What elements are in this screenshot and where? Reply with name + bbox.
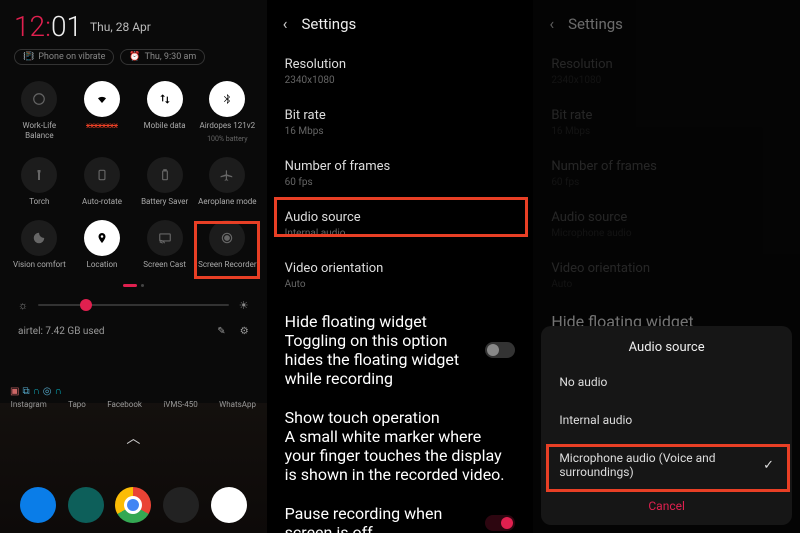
brightness-low-icon: ☼ [18,299,28,312]
brightness-slider[interactable]: ☼ ☀ [0,293,267,318]
vibrate-chip[interactable]: 📳Phone on vibrate [14,49,114,65]
setting-audio-source[interactable]: Audio sourceInternal audio [267,200,534,251]
toggle-hide-floating[interactable] [485,342,515,358]
chrome-app-icon[interactable] [115,487,151,523]
tile-mobiledata[interactable]: Mobile data [135,81,194,143]
tile-torch[interactable]: Torch [10,157,69,207]
back-icon[interactable]: ‹ [283,14,288,33]
page-indicator [0,278,267,293]
tile-worklife[interactable]: Work-Life Balance [10,81,69,143]
edit-icon[interactable]: ✎ [217,326,225,337]
dialog-cancel-button[interactable]: Cancel [541,491,792,517]
dialog-title: Audio source [541,340,792,355]
camera-app-icon[interactable] [163,487,199,523]
data-usage-label: airtel: 7.42 GB used [18,326,105,337]
option-microphone-audio[interactable]: Microphone audio (Voice and surroundings… [541,439,792,491]
clock: 12:01 [14,10,82,43]
option-internal-audio[interactable]: Internal audio [541,401,792,439]
check-icon: ✓ [763,458,774,473]
setting-hide-floating[interactable]: Hide floating widgetToggling on this opt… [267,302,534,398]
tile-airplane[interactable]: Aeroplane mode [198,157,257,207]
status-icons: ▣⧉∩◎∩ [10,386,62,397]
setting-pause-recording[interactable]: Pause recording when screen is off [267,494,534,533]
setting-bitrate[interactable]: Bit rate16 Mbps [267,98,534,149]
toggle-pause[interactable] [485,515,515,531]
alarm-chip[interactable]: ⏰Thu, 9:30 am [120,49,205,65]
setting-frames[interactable]: Number of frames60 fps [267,149,534,200]
gpay-app-icon[interactable] [211,487,247,523]
drawer-caret-icon[interactable]: ︿ [126,428,140,448]
page-title: Settings [301,15,356,33]
option-no-audio[interactable]: No audio [541,363,792,401]
audio-source-dialog: Audio source No audio Internal audio Mic… [541,326,792,525]
phone-app-icon[interactable] [20,487,56,523]
tile-vision[interactable]: Vision comfort [10,220,69,270]
settings-gear-icon[interactable]: ⚙ [240,326,249,337]
app-labels-row: InstagramTapoFacebookiVMS-450WhatsApp [0,400,267,409]
tile-screencast[interactable]: Screen Cast [135,220,194,270]
setting-touch-op[interactable]: Show touch operationA small white marker… [267,398,534,494]
tile-screenrecorder[interactable]: Screen Recorder [198,220,257,270]
tile-autorotate[interactable]: Auto-rotate [73,157,132,207]
date-label: Thu, 28 Apr [90,20,151,34]
messages-app-icon[interactable] [68,487,104,523]
tile-location[interactable]: Location [73,220,132,270]
tile-battery[interactable]: Battery Saver [135,157,194,207]
tile-wifi[interactable]: xxxxxxxx [73,81,132,143]
quick-settings-grid: Work-Life Balance xxxxxxxx Mobile data A… [0,73,267,278]
brightness-high-icon: ☀ [239,299,249,312]
dock [0,487,267,523]
setting-orientation[interactable]: Video orientationAuto [267,251,534,302]
tile-bluetooth[interactable]: Airdopes 121v2100% battery [198,81,257,143]
setting-resolution[interactable]: Resolution2340x1080 [267,47,534,98]
